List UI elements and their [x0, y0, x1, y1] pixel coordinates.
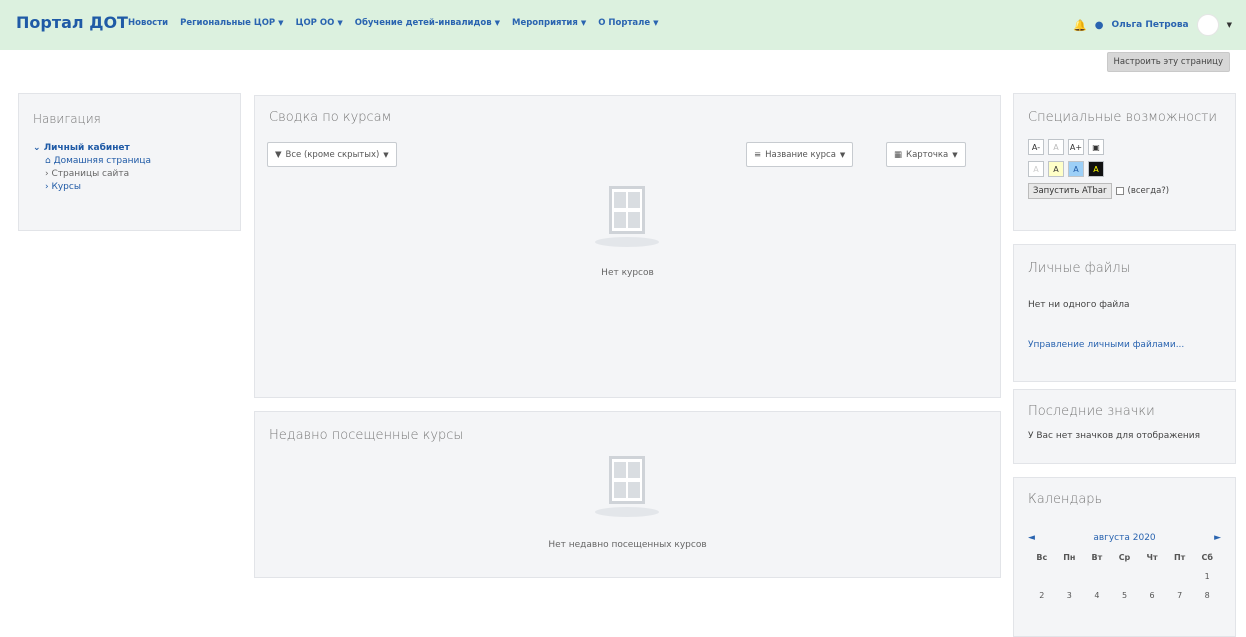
block-title: Последние значки [1028, 404, 1155, 419]
calendar-day [1056, 572, 1084, 581]
day-name: Сб [1201, 553, 1213, 562]
font-size-row: A- A A+ ▣ [1028, 139, 1221, 155]
day-name: Вт [1091, 553, 1103, 562]
menu-item-cor-oo[interactable]: ЦОР ОО ▼ [296, 18, 343, 28]
sort-icon: ≡ [754, 149, 762, 160]
navigation-block: Навигация ⌄ Личный кабинет ⌂ Домашняя ст… [18, 93, 241, 231]
chevron-down-icon: ▼ [952, 150, 958, 159]
prev-month-icon[interactable]: ◄ [1028, 533, 1035, 543]
empty-courses-icon [595, 186, 659, 247]
menu-item-events[interactable]: Мероприятия ▼ [512, 18, 586, 28]
calendar-grid: Вс Пн Вт Ср Чт Пт Сб 1 2 3 4 5 6 7 8 [1028, 553, 1221, 600]
calendar-header: ◄ августа 2020 ► [1028, 533, 1221, 543]
next-month-icon[interactable]: ► [1214, 533, 1221, 543]
day-name: Чт [1146, 553, 1158, 562]
block-title: Личные файлы [1028, 261, 1131, 276]
chevron-down-icon: ▼ [580, 19, 587, 27]
recent-courses-block: Недавно посещенные курсы Нет недавно пос… [254, 411, 1001, 578]
menu-item-about[interactable]: О Портале ▼ [598, 18, 658, 28]
block-title: Сводка по курсам [269, 110, 392, 125]
chevron-down-icon: ▼ [653, 19, 659, 27]
day-name: Пт [1173, 553, 1186, 562]
block-title: Недавно посещенные курсы [269, 428, 464, 443]
nav-item-home[interactable]: ⌂ Домашняя страница [33, 155, 226, 168]
nav-item-courses[interactable]: › Курсы [33, 181, 226, 194]
grid-icon: ▦ [894, 149, 903, 160]
day-name: Пн [1063, 553, 1076, 562]
atbar-always-label: (всегда?) [1127, 186, 1170, 196]
site-brand[interactable]: Портал ДОТ [16, 13, 128, 32]
manage-files-link[interactable]: Управление личными файлами... [1028, 340, 1221, 350]
calendar-day[interactable]: 6 [1138, 591, 1166, 600]
calendar-day [1138, 572, 1166, 581]
atbar-always-checkbox[interactable] [1115, 187, 1124, 195]
chevron-down-icon: ▼ [383, 150, 389, 159]
empty-recent-icon [595, 456, 659, 517]
atbar-launch-button[interactable]: Запустить ATbar [1028, 183, 1112, 199]
course-sort-dropdown[interactable]: ≡ Название курса ▼ [746, 142, 854, 167]
course-filter-dropdown[interactable]: ▼ Все (кроме скрытых) ▼ [267, 142, 397, 167]
chevron-down-icon: ▼ [278, 19, 284, 27]
nav-tree: ⌄ Личный кабинет ⌂ Домашняя страница › С… [33, 142, 226, 194]
empty-recent-text: Нет недавно посещенных курсов [548, 540, 707, 550]
color-scheme-blue-button[interactable]: A [1068, 161, 1084, 177]
no-badges-text: У Вас нет значков для отображения [1028, 431, 1201, 441]
day-name: Вс [1036, 553, 1048, 562]
calendar-day[interactable]: 3 [1056, 591, 1084, 600]
accessibility-block: Специальные возможности A- A A+ ▣ A A A … [1013, 93, 1236, 231]
chevron-down-icon: ▼ [337, 19, 343, 27]
block-title: Специальные возможности [1028, 110, 1217, 125]
increase-font-button[interactable]: A+ [1068, 139, 1084, 155]
empty-courses-text: Нет курсов [601, 268, 654, 278]
color-scheme-row: A A A A [1028, 161, 1221, 177]
calendar-day[interactable]: 2 [1028, 591, 1056, 600]
color-scheme-yellow-button[interactable]: A [1048, 161, 1064, 177]
menu-item-news[interactable]: Новости [128, 18, 168, 28]
course-view-dropdown[interactable]: ▦ Карточка ▼ [886, 142, 966, 167]
menu-item-regional-cor[interactable]: Региональные ЦОР ▼ [180, 18, 283, 28]
nav-item-dashboard[interactable]: ⌄ Личный кабинет [33, 142, 226, 155]
course-overview-block: Сводка по курсам ▼ Все (кроме скрытых) ▼… [254, 95, 1001, 398]
calendar-day [1166, 572, 1194, 581]
calendar-day[interactable]: 5 [1111, 591, 1139, 600]
no-files-text: Нет ни одного файла [1028, 300, 1130, 310]
atbar-row: Запустить ATbar (всегда?) [1028, 183, 1221, 199]
color-scheme-default-button[interactable]: A [1028, 161, 1044, 177]
calendar-day [1028, 572, 1056, 581]
calendar-day[interactable]: 4 [1083, 591, 1111, 600]
bell-icon[interactable]: 🔔 [1073, 19, 1087, 32]
calendar-day [1083, 572, 1111, 581]
avatar[interactable] [1196, 14, 1219, 36]
calendar-block: Календарь ◄ августа 2020 ► Вс Пн Вт Ср Ч… [1013, 477, 1236, 637]
reset-font-button[interactable]: A [1048, 139, 1064, 155]
chevron-down-icon: ▼ [494, 19, 500, 27]
color-scheme-dark-button[interactable]: A [1088, 161, 1104, 177]
save-settings-icon[interactable]: ▣ [1088, 139, 1104, 155]
chevron-down-icon[interactable]: ▼ [1227, 21, 1232, 29]
calendar-day[interactable]: 1 [1193, 572, 1221, 581]
home-icon: ⌂ [45, 156, 51, 166]
block-title: Календарь [1028, 492, 1103, 507]
main-menu: Новости Региональные ЦОР ▼ ЦОР ОО ▼ Обучен… [128, 18, 659, 28]
chevron-down-icon: ▼ [839, 150, 846, 159]
nav-item-site-pages[interactable]: › Страницы сайта [33, 168, 226, 181]
decrease-font-button[interactable]: A- [1028, 139, 1044, 155]
user-name[interactable]: Ольга Петрова [1112, 20, 1189, 30]
latest-badges-block: Последние значки У Вас нет значков для о… [1013, 389, 1236, 464]
chat-icon[interactable]: ● [1095, 20, 1104, 31]
calendar-day [1111, 572, 1139, 581]
private-files-block: Личные файлы Нет ни одного файла Управле… [1013, 244, 1236, 382]
calendar-day[interactable]: 8 [1193, 591, 1221, 600]
block-title: Навигация [33, 112, 101, 126]
filter-icon: ▼ [275, 149, 282, 160]
customize-page-button[interactable]: Настроить эту страницу [1106, 52, 1230, 72]
top-navbar: Портал ДОТ Новости Региональные ЦОР ▼ ЦОР… [0, 0, 1246, 50]
calendar-day[interactable]: 7 [1166, 591, 1194, 600]
user-area: 🔔 ● Ольга Петрова ▼ [1073, 14, 1232, 36]
calendar-month: августа 2020 [1093, 533, 1156, 543]
menu-item-disabled-children[interactable]: Обучение детей-инвалидов ▼ [355, 18, 500, 28]
day-name: Ср [1118, 553, 1131, 562]
